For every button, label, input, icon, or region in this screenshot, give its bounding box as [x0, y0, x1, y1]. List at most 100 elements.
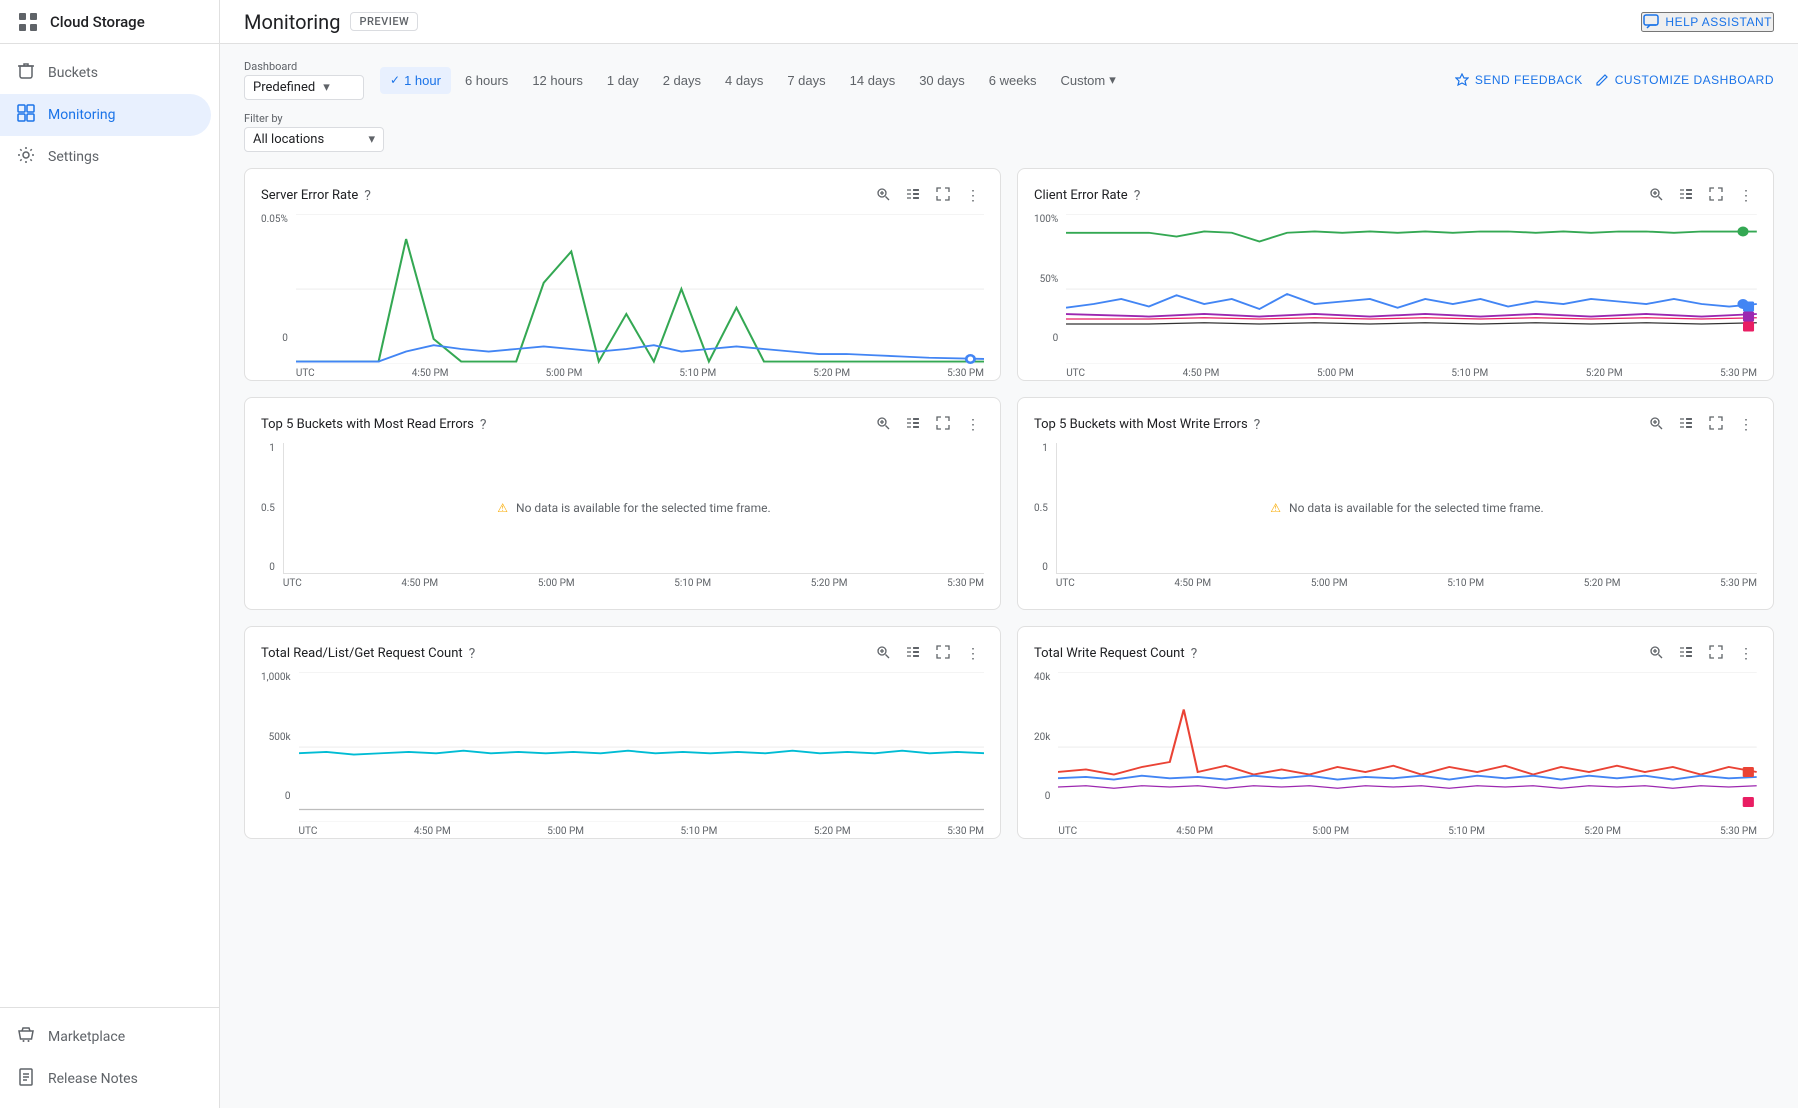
- y-max-write: 1: [1042, 443, 1048, 454]
- filter-group: Filter by All locations ▾: [244, 112, 384, 152]
- y-min-read: 0: [269, 562, 275, 573]
- chart-title-write-errors: Top 5 Buckets with Most Write Errors: [1034, 417, 1248, 432]
- chart-actions-server-error: ⋮: [872, 185, 984, 206]
- help-icon-client-error[interactable]: ?: [1134, 188, 1141, 204]
- sidebar-item-monitoring[interactable]: Monitoring: [0, 94, 211, 136]
- time-btn-1day[interactable]: 1 day: [597, 67, 649, 94]
- help-icon-read-errors[interactable]: ?: [480, 417, 487, 433]
- more-icon-write-request[interactable]: ⋮: [1735, 643, 1757, 664]
- zoom-icon-read-errors[interactable]: [872, 414, 894, 435]
- time-btn-30days[interactable]: 30 days: [909, 67, 975, 94]
- topbar-right: HELP ASSISTANT: [1641, 12, 1774, 32]
- preview-badge: PREVIEW: [350, 12, 418, 31]
- fullscreen-icon-server-error[interactable]: [932, 185, 954, 206]
- zoom-icon-read-request[interactable]: [872, 643, 894, 664]
- time-btn-6weeks[interactable]: 6 weeks: [979, 67, 1047, 94]
- time-btn-14days[interactable]: 14 days: [840, 67, 906, 94]
- chart-write-request-count: Total Write Request Count ? ⋮: [1017, 626, 1774, 839]
- help-icon-write-errors[interactable]: ?: [1254, 417, 1261, 433]
- legend-icon-read-errors[interactable]: [902, 414, 924, 435]
- legend-icon-write-request[interactable]: [1675, 643, 1697, 664]
- time-btn-1hour[interactable]: 1 hour: [380, 67, 451, 94]
- filter-bar: Filter by All locations ▾: [244, 112, 1774, 152]
- send-feedback-button[interactable]: SEND FEEDBACK: [1455, 73, 1583, 87]
- y-mid-read: 0.5: [261, 503, 275, 514]
- time-btn-7days[interactable]: 7 days: [777, 67, 835, 94]
- filter-value: All locations: [253, 132, 324, 147]
- sidebar-item-buckets[interactable]: Buckets: [0, 52, 211, 94]
- sidebar-item-marketplace[interactable]: Marketplace: [0, 1016, 211, 1058]
- filter-label: Filter by: [244, 112, 384, 125]
- sidebar-item-release-notes-label: Release Notes: [48, 1071, 138, 1087]
- legend-icon-client-error[interactable]: [1675, 185, 1697, 206]
- more-icon-server-error[interactable]: ⋮: [962, 185, 984, 206]
- app-title: Cloud Storage: [50, 13, 145, 31]
- chart-actions-read-request: ⋮: [872, 643, 984, 664]
- send-feedback-label: SEND FEEDBACK: [1475, 73, 1583, 87]
- sidebar-item-settings[interactable]: Settings: [0, 136, 211, 178]
- time-buttons-group: 1 hour 6 hours 12 hours 1 day 2 days 4 d…: [380, 66, 1126, 94]
- y-max-server-error: 0.05%: [261, 214, 288, 225]
- dashboard-dropdown-icon: ▾: [323, 80, 330, 95]
- time-btn-2days[interactable]: 2 days: [653, 67, 711, 94]
- fullscreen-icon-write-request[interactable]: [1705, 643, 1727, 664]
- fullscreen-icon-client-error[interactable]: [1705, 185, 1727, 206]
- x-axis-server-error: UTC 4:50 PM 5:00 PM 5:10 PM 5:20 PM 5:30…: [296, 364, 984, 383]
- chart-client-error-rate: Client Error Rate ? ⋮: [1017, 168, 1774, 381]
- release-notes-icon: [16, 1068, 36, 1090]
- y-max-read-req: 1,000k: [261, 672, 291, 683]
- help-icon-server-error[interactable]: ?: [364, 188, 371, 204]
- x-axis-write-request: UTC 4:50 PM 5:00 PM 5:10 PM 5:20 PM 5:30…: [1058, 822, 1757, 841]
- time-btn-4days[interactable]: 4 days: [715, 67, 773, 94]
- sidebar-item-release-notes[interactable]: Release Notes: [0, 1058, 211, 1100]
- chart-title-group-client: Client Error Rate ?: [1034, 188, 1140, 204]
- zoom-icon-server-error[interactable]: [872, 185, 894, 206]
- y-mid-read-req: 500k: [269, 732, 291, 743]
- zoom-icon-write-errors[interactable]: [1645, 414, 1667, 435]
- chart-read-request-count: Total Read/List/Get Request Count ?: [244, 626, 1001, 839]
- customize-dashboard-button[interactable]: CUSTOMIZE DASHBOARD: [1595, 73, 1774, 87]
- no-data-message-read: ⚠ No data is available for the selected …: [284, 443, 984, 573]
- more-icon-client-error[interactable]: ⋮: [1735, 185, 1757, 206]
- legend-icon-write-errors[interactable]: [1675, 414, 1697, 435]
- chart-title-group-read-req: Total Read/List/Get Request Count ?: [261, 646, 475, 662]
- more-icon-write-errors[interactable]: ⋮: [1735, 414, 1757, 435]
- time-btn-6hours[interactable]: 6 hours: [455, 67, 518, 94]
- dashboard-label: Dashboard: [244, 60, 364, 73]
- legend-icon-read-request[interactable]: [902, 643, 924, 664]
- chart-title-read-errors: Top 5 Buckets with Most Read Errors: [261, 417, 474, 432]
- help-assistant-icon: [1643, 14, 1659, 30]
- no-data-text-write: No data is available for the selected ti…: [1289, 501, 1544, 515]
- chart-title-server-error: Server Error Rate: [261, 188, 358, 203]
- sidebar-item-marketplace-label: Marketplace: [48, 1029, 125, 1045]
- zoom-icon-client-error[interactable]: [1645, 185, 1667, 206]
- chart-header-read-errors: Top 5 Buckets with Most Read Errors ?: [261, 414, 984, 435]
- customize-dashboard-label: CUSTOMIZE DASHBOARD: [1615, 73, 1774, 87]
- time-btn-custom[interactable]: Custom ▾: [1050, 66, 1125, 94]
- help-icon-read-request[interactable]: ?: [469, 646, 476, 662]
- content-area: Dashboard Predefined ▾ 1 hour 6 hours 12…: [220, 44, 1798, 1108]
- dashboard-select-group: Dashboard Predefined ▾: [244, 60, 364, 100]
- main-nav: Buckets Monitoring Settings: [0, 44, 219, 1007]
- monitoring-icon: [16, 104, 36, 126]
- y-min-write: 0: [1042, 562, 1048, 573]
- zoom-icon-write-request[interactable]: [1645, 643, 1667, 664]
- chart-title-read-request: Total Read/List/Get Request Count: [261, 646, 463, 661]
- more-icon-read-errors[interactable]: ⋮: [962, 414, 984, 435]
- chart-header-client-error: Client Error Rate ? ⋮: [1034, 185, 1757, 206]
- legend-icon-server-error[interactable]: [902, 185, 924, 206]
- time-btn-12hours[interactable]: 12 hours: [522, 67, 593, 94]
- filter-dropdown-icon: ▾: [368, 132, 375, 147]
- filter-select[interactable]: All locations ▾: [244, 127, 384, 152]
- warning-icon-write: ⚠: [1270, 501, 1281, 515]
- marketplace-icon: [16, 1026, 36, 1048]
- no-data-text-read: No data is available for the selected ti…: [516, 501, 771, 515]
- fullscreen-icon-read-request[interactable]: [932, 643, 954, 664]
- fullscreen-icon-write-errors[interactable]: [1705, 414, 1727, 435]
- fullscreen-icon-read-errors[interactable]: [932, 414, 954, 435]
- help-icon-write-request[interactable]: ?: [1191, 646, 1198, 662]
- x-axis-write-errors: UTC 4:50 PM 5:00 PM 5:10 PM 5:20 PM 5:30…: [1056, 574, 1757, 593]
- dashboard-select[interactable]: Predefined ▾: [244, 75, 364, 100]
- more-icon-read-request[interactable]: ⋮: [962, 643, 984, 664]
- help-assistant-button[interactable]: HELP ASSISTANT: [1641, 12, 1774, 32]
